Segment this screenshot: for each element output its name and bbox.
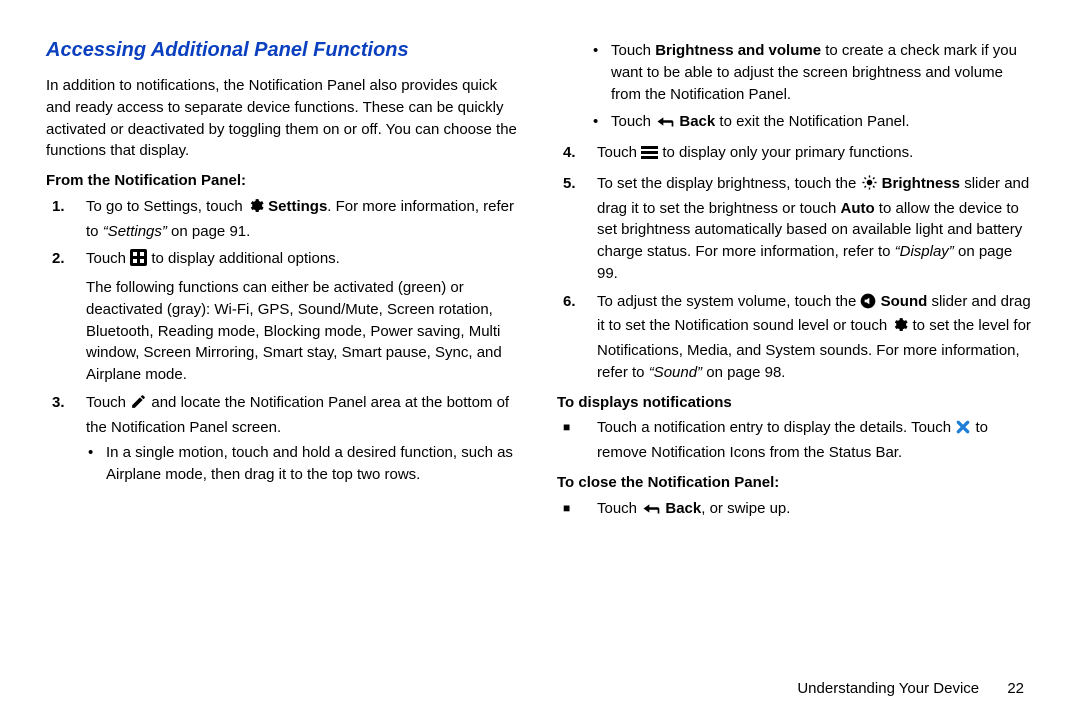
page-footer: Understanding Your Device 22 [0,680,1080,697]
item-body: To go to Settings, touch Settings. For m… [86,196,523,243]
bullet-item: • In a single motion, touch and hold a d… [86,442,523,486]
settings-label: Settings [268,198,327,215]
numbered-list-right: 4. Touch to display only your primary fu… [557,142,1034,384]
text: The following functions can either be ac… [86,279,502,383]
text: to display additional options. [151,250,339,267]
item-number: 4. [557,142,597,167]
square-list-1: ■ Touch a notification entry to display … [557,417,1034,464]
text: Touch [611,113,655,130]
item-body: Touch and locate the Notification Panel … [86,392,523,492]
auto-label: Auto [840,200,874,217]
bullet-mark: • [591,111,611,136]
text: To adjust the system volume, touch the [597,293,860,310]
text: In a single motion, touch and hold a des… [106,442,523,486]
square-item: ■ Touch Back, or swipe up. [557,498,1034,523]
sub-bullets-cont: • Touch Brightness and volume to create … [591,40,1034,136]
text: Touch Back to exit the Notification Pane… [611,111,910,136]
sound-ref: “Sound” [649,364,702,381]
grid-icon [130,249,147,273]
square-item: ■ Touch a notification entry to display … [557,417,1034,464]
brightness-icon [861,174,878,198]
right-column: • Touch Brightness and volume to create … [557,36,1034,660]
list-item-1: 1. To go to Settings, touch Settings. Fo… [46,196,523,243]
text: Touch [86,394,130,411]
bullet-mark: • [86,442,106,486]
numbered-list-left: 1. To go to Settings, touch Settings. Fo… [46,196,523,492]
text: Touch Back, or swipe up. [597,498,790,523]
bullet-mark: • [591,40,611,105]
text: Touch [611,42,655,59]
item-number: 6. [557,291,597,384]
text: To go to Settings, touch [86,198,247,215]
text: Touch [597,144,641,161]
item-body: Touch to display additional options. The… [86,248,523,386]
text: on page 91. [167,223,250,240]
bullet-item: • Touch Back to exit the Notification Pa… [591,111,1034,136]
sound-label: Sound [881,293,928,310]
item-number: 3. [46,392,86,492]
square-list-2: ■ Touch Back, or swipe up. [557,498,1034,523]
text: To set the display brightness, touch the [597,175,861,192]
list-item-4: 4. Touch to display only your primary fu… [557,142,1034,167]
text: Touch [597,500,641,517]
text: to exit the Notification Panel. [715,113,909,130]
square-mark: ■ [557,417,597,464]
item-number: 2. [46,248,86,386]
remove-x-icon [955,419,971,442]
text: Touch [86,250,130,267]
subhead-from-panel: From the Notification Panel: [46,170,523,192]
page-body: Accessing Additional Panel Functions In … [0,0,1080,680]
text: and locate the Notification Panel area a… [86,394,509,436]
item-number: 5. [557,173,597,285]
left-column: Accessing Additional Panel Functions In … [46,36,523,660]
brightness-volume-label: Brightness and volume [655,42,821,59]
text: on page 98. [702,364,785,381]
text: Touch Brightness and volume to create a … [611,40,1034,105]
subhead-close-panel: To close the Notification Panel: [557,472,1034,494]
list-item-3: 3. Touch and locate the Notification Pan… [46,392,523,492]
text: , or swipe up. [701,500,790,517]
list-item-6: 6. To adjust the system volume, touch th… [557,291,1034,384]
square-mark: ■ [557,498,597,523]
sound-icon [860,293,876,316]
sub-bullets: • In a single motion, touch and hold a d… [86,442,523,486]
pencil-edit-icon [130,393,147,417]
section-title: Accessing Additional Panel Functions [46,36,523,65]
item-number: 1. [46,196,86,243]
back-icon [655,114,675,136]
settings-gear-icon [247,197,264,221]
item-body: Touch to display only your primary funct… [597,142,1034,167]
back-icon [641,501,661,523]
intro-paragraph: In addition to notifications, the Notifi… [46,75,523,162]
menu-lines-icon [641,145,658,167]
text: to display only your primary functions. [662,144,913,161]
list-item-2: 2. Touch to display additional options. … [46,248,523,386]
text: Touch a notification entry to display th… [597,417,1034,464]
footer-section: Understanding Your Device [797,680,979,697]
list-item-5: 5. To set the display brightness, touch … [557,173,1034,285]
brightness-label: Brightness [882,175,960,192]
display-ref: “Display” [895,243,954,260]
bullet-item: • Touch Brightness and volume to create … [591,40,1034,105]
page-number: 22 [1007,680,1024,697]
item-body: To set the display brightness, touch the… [597,173,1034,285]
subhead-display-notifications: To displays notifications [557,392,1034,414]
settings-ref: “Settings” [103,223,167,240]
back-label: Back [679,113,715,130]
item-body: To adjust the system volume, touch the S… [597,291,1034,384]
back-label: Back [665,500,701,517]
text: Touch a notification entry to display th… [597,419,955,436]
settings-gear-icon [891,316,908,340]
